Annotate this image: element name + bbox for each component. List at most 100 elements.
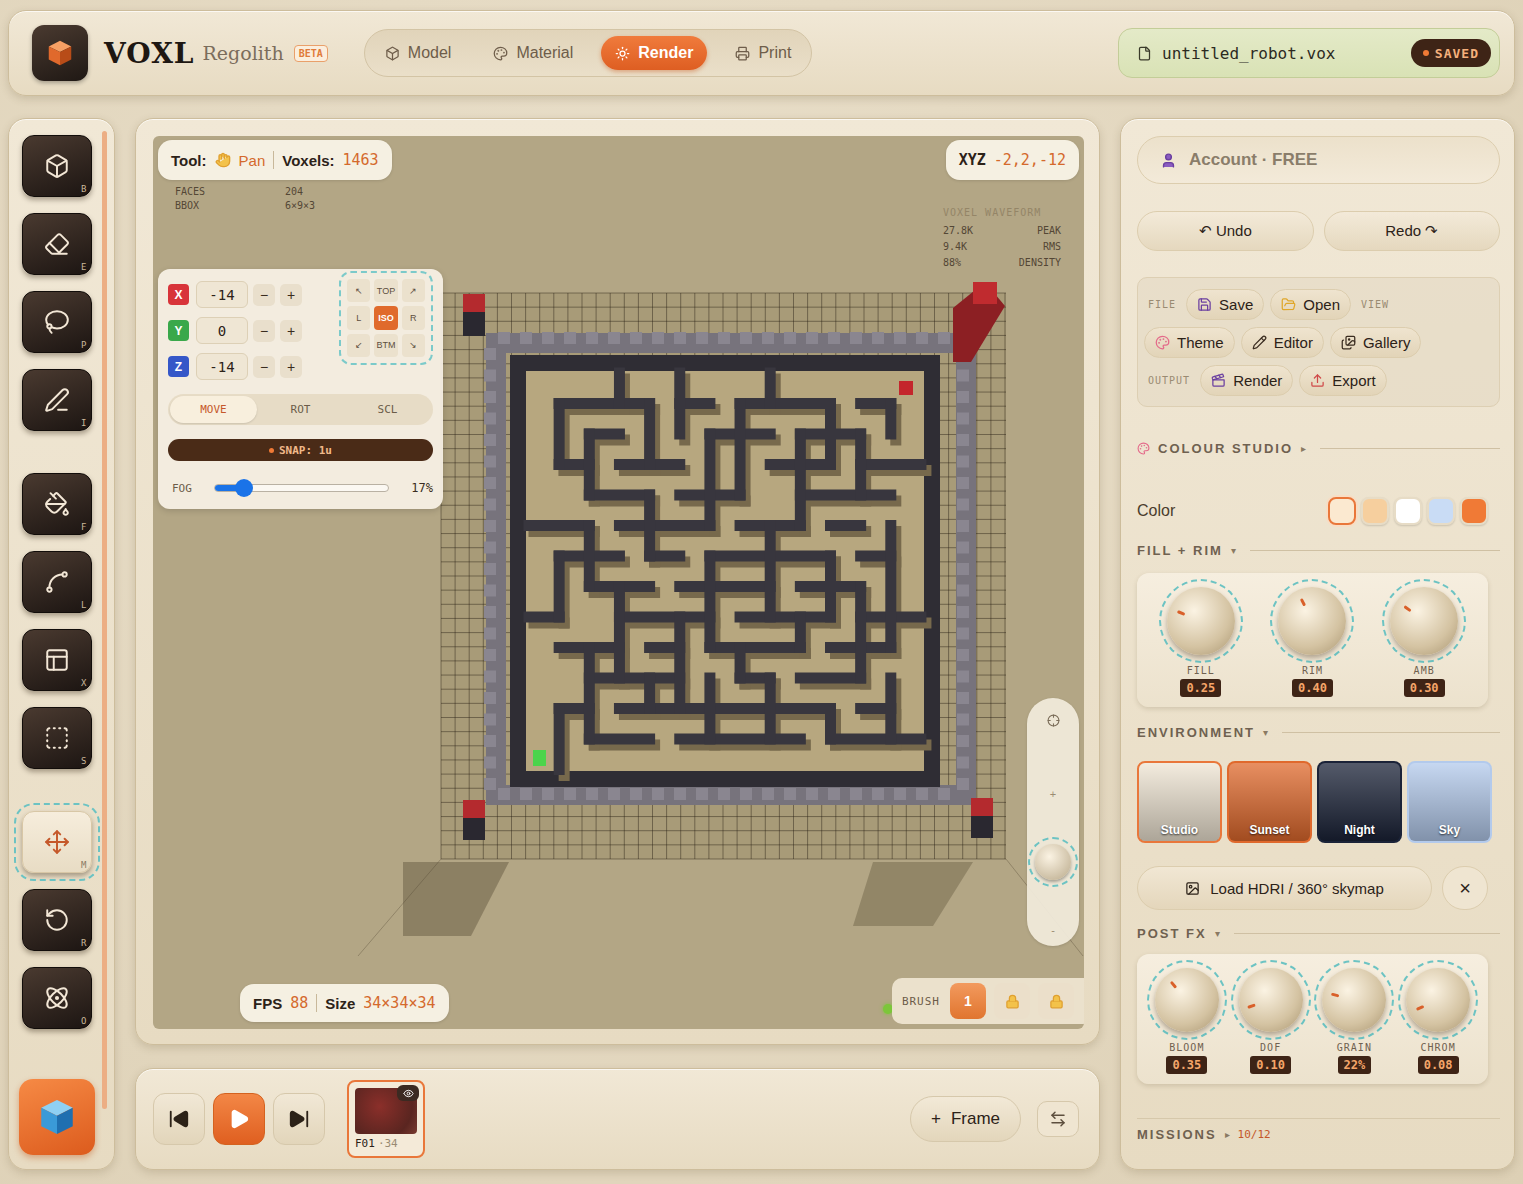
swap-button[interactable] [1037, 1101, 1079, 1137]
mode-tab[interactable]: Model [371, 36, 466, 70]
load-hdri-button[interactable]: Load HDRI / 360° skymap [1137, 866, 1432, 910]
tool-button[interactable]: M [22, 811, 92, 873]
voxel-cube-button[interactable] [19, 1079, 95, 1155]
knob-dial[interactable] [1322, 968, 1386, 1032]
knob[interactable]: AMB0.30 [1382, 579, 1466, 697]
environment-header[interactable]: ENVIRONMENT▾ [1137, 723, 1500, 741]
knob[interactable]: FILL0.25 [1159, 579, 1243, 697]
environment-preset[interactable]: Sky [1407, 761, 1492, 843]
brush-lock[interactable] [994, 983, 1030, 1019]
increment-button[interactable]: + [280, 284, 302, 306]
color-swatch[interactable] [1427, 497, 1455, 525]
frame-thumbnail[interactable]: F01·34 [347, 1080, 425, 1158]
knob-dial[interactable] [1406, 968, 1470, 1032]
knob[interactable]: DOF0.10 [1231, 960, 1311, 1074]
color-swatch[interactable] [1361, 497, 1389, 525]
knob-ring[interactable] [1147, 960, 1227, 1040]
knob-dial[interactable] [1155, 968, 1219, 1032]
fill-rim-header[interactable]: FILL + RIM▾ [1137, 541, 1500, 559]
viewport[interactable]: Tool:PanVoxels:1463FACES204BBOX6×9×3XYZ-… [153, 136, 1084, 1029]
play-button[interactable] [213, 1093, 265, 1145]
environment-preset[interactable]: Studio [1137, 761, 1222, 843]
fog-thumb[interactable] [235, 479, 253, 497]
mode-tab[interactable]: Material [479, 36, 587, 70]
view-button[interactable]: BTM [374, 334, 397, 357]
colour-studio-header[interactable]: COLOUR STUDIO▸ [1137, 439, 1500, 457]
knob[interactable]: GRAIN22% [1314, 960, 1394, 1074]
clear-hdri-button[interactable]: × [1442, 866, 1488, 910]
increment-button[interactable]: + [280, 356, 302, 378]
tool-button[interactable]: P [22, 291, 92, 353]
tool-button[interactable]: B [22, 135, 92, 197]
view-button[interactable]: R [402, 306, 425, 329]
tool-button[interactable]: S [22, 707, 92, 769]
file-chip[interactable]: untitled_robot.voxSAVED [1118, 28, 1500, 78]
view-button[interactable]: L [347, 306, 370, 329]
knob-dial[interactable] [1390, 587, 1458, 655]
tool-button[interactable]: I [22, 369, 92, 431]
decrement-button[interactable]: − [253, 284, 275, 306]
knob-ring[interactable] [1159, 579, 1243, 663]
knob-dial[interactable] [1167, 587, 1235, 655]
decrement-button[interactable]: − [253, 320, 275, 342]
undo-button[interactable]: ↶ Undo [1137, 211, 1314, 251]
view-button[interactable]: ISO [374, 306, 397, 329]
file-action-button[interactable]: Save [1186, 289, 1264, 320]
post-fx-header[interactable]: POST FX▾ [1137, 924, 1500, 942]
mode-tab[interactable]: Render [601, 36, 707, 70]
view-button[interactable]: TOP [374, 279, 397, 302]
environment-preset[interactable]: Sunset [1227, 761, 1312, 843]
knob-ring[interactable] [1231, 960, 1311, 1040]
view-button[interactable]: ↖ [347, 279, 370, 302]
file-action-button[interactable]: Theme [1144, 327, 1235, 358]
knob-dial[interactable] [1239, 968, 1303, 1032]
view-button[interactable]: ↘ [402, 334, 425, 357]
knob[interactable]: CHROM0.08 [1398, 960, 1478, 1074]
file-action-button[interactable]: Editor [1241, 327, 1324, 358]
zoom-knob[interactable] [1028, 837, 1078, 887]
snap-toggle[interactable]: SNAP: 1u [168, 439, 433, 461]
knob-ring[interactable] [1314, 960, 1394, 1040]
knob-ring[interactable] [1398, 960, 1478, 1040]
file-action-button[interactable]: Export [1299, 365, 1386, 396]
previous-frame-button[interactable] [153, 1093, 205, 1145]
tool-button[interactable]: R [22, 889, 92, 951]
axis-input[interactable] [196, 353, 248, 380]
tool-button[interactable]: L [22, 551, 92, 613]
knob[interactable]: RIM0.40 [1270, 579, 1354, 697]
brush-size[interactable]: 1 [950, 983, 986, 1019]
transform-mode-option[interactable]: MOVE [170, 396, 257, 423]
visibility-toggle[interactable] [397, 1085, 419, 1101]
transform-mode-option[interactable]: ROT [257, 396, 344, 423]
view-button[interactable]: ↗ [402, 279, 425, 302]
knob[interactable]: BLOOM0.35 [1147, 960, 1227, 1074]
account-button[interactable]: Account · FREE [1137, 136, 1500, 184]
color-swatch[interactable] [1394, 497, 1422, 525]
color-swatch[interactable] [1460, 497, 1488, 525]
knob-ring[interactable] [1270, 579, 1354, 663]
transform-mode-option[interactable]: SCL [344, 396, 431, 423]
add-frame-button[interactable]: +Frame [910, 1096, 1021, 1142]
file-action-button[interactable]: Open [1270, 289, 1351, 320]
zoom-slider[interactable]: +- [1027, 698, 1079, 946]
next-frame-button[interactable] [273, 1093, 325, 1145]
view-button[interactable]: ↙ [347, 334, 370, 357]
tool-button[interactable]: E [22, 213, 92, 275]
missions-header[interactable]: MISSIONS▸10/12 [1137, 1118, 1500, 1142]
environment-preset[interactable]: Night [1317, 761, 1402, 843]
redo-button[interactable]: Redo ↷ [1324, 211, 1501, 251]
fog-slider[interactable] [214, 484, 389, 492]
tool-button[interactable]: O [22, 967, 92, 1029]
increment-button[interactable]: + [280, 320, 302, 342]
decrement-button[interactable]: − [253, 356, 275, 378]
tool-button[interactable]: X [22, 629, 92, 691]
file-action-button[interactable]: Render [1200, 365, 1293, 396]
mode-tab[interactable]: Print [721, 36, 805, 70]
tool-button[interactable]: F [22, 473, 92, 535]
knob-dial[interactable] [1278, 587, 1346, 655]
axis-input[interactable] [196, 317, 248, 344]
file-action-button[interactable]: Gallery [1330, 327, 1422, 358]
brush-lock[interactable] [1038, 983, 1074, 1019]
color-swatch[interactable] [1328, 497, 1356, 525]
knob-ring[interactable] [1382, 579, 1466, 663]
